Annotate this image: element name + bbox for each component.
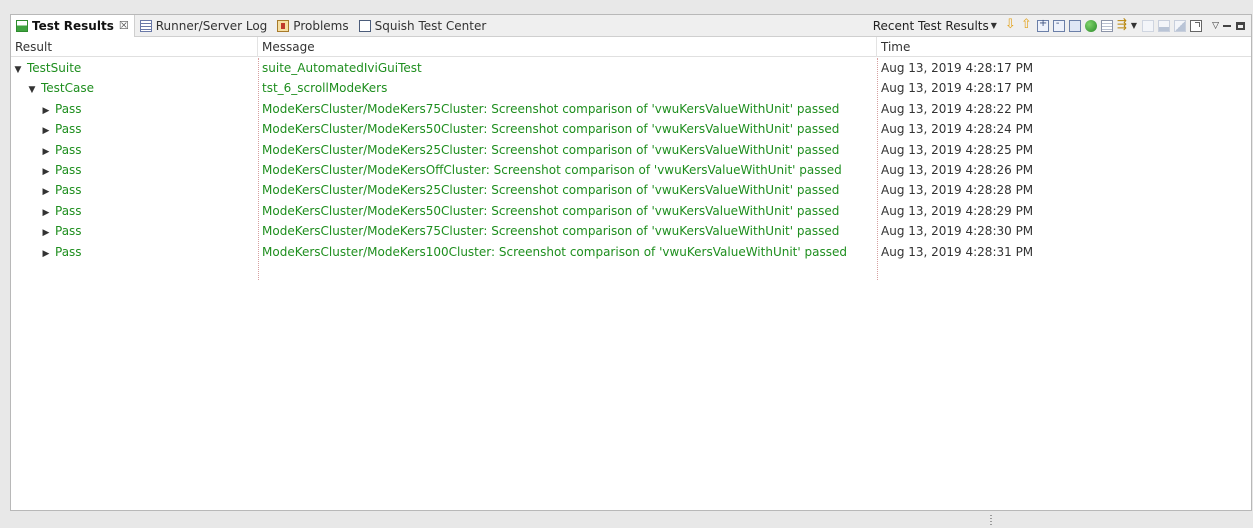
tab-runner-server-log[interactable]: Runner/Server Log — [135, 15, 273, 37]
collapse-all-icon[interactable] — [1052, 18, 1065, 32]
result-label: Pass — [55, 101, 82, 116]
web-report-icon[interactable] — [1084, 19, 1097, 32]
expand-toggle-icon[interactable]: ▶ — [41, 223, 51, 241]
table-row[interactable]: ▼ TestSuite suite_AutomatedIviGuiTest Aug… — [11, 58, 1251, 78]
message-cell: ModeKersCluster/ModeKers75Cluster: Scree… — [262, 101, 840, 116]
image-compare-icon — [1158, 19, 1171, 32]
expand-toggle-icon[interactable]: ▶ — [41, 182, 51, 200]
column-header-time[interactable]: Time — [877, 37, 1247, 57]
result-label: Pass — [55, 142, 82, 157]
message-cell: ModeKersCluster/ModeKers50Cluster: Scree… — [262, 203, 840, 218]
close-tab-icon[interactable]: ☒ — [119, 19, 129, 32]
result-label: Pass — [55, 244, 82, 259]
chevron-down-icon[interactable]: ▼ — [1131, 21, 1137, 30]
results-tree: ▼ TestSuite suite_AutomatedIviGuiTest Aug… — [11, 58, 1251, 262]
column-header-result[interactable]: Result — [11, 37, 258, 57]
tab-label: Runner/Server Log — [155, 18, 268, 33]
expand-toggle-icon[interactable]: ▶ — [41, 203, 51, 221]
expand-toggle-icon[interactable]: ▶ — [41, 101, 51, 119]
message-cell: ModeKersCluster/ModeKers50Cluster: Scree… — [262, 122, 840, 137]
next-failure-icon[interactable] — [1005, 17, 1017, 32]
expand-toggle-icon[interactable]: ▶ — [41, 142, 51, 160]
view-menu-icon[interactable]: ▽ — [1212, 21, 1219, 31]
filter-icon[interactable] — [1117, 17, 1129, 32]
time-cell: Aug 13, 2019 4:28:26 PM — [881, 162, 1034, 177]
status-bar — [0, 511, 1253, 528]
time-cell: Aug 13, 2019 4:28:30 PM — [881, 224, 1034, 239]
recent-test-results-dropdown[interactable]: Recent Test Results — [873, 19, 989, 33]
test-results-icon — [16, 19, 28, 32]
result-label: Pass — [55, 162, 82, 177]
minimize-icon[interactable] — [1223, 24, 1231, 27]
table-row[interactable]: ▶ Pass ModeKersCluster/ModeKers75Cluster:… — [11, 99, 1251, 119]
message-cell: ModeKersCluster/ModeKers75Cluster: Scree… — [262, 224, 840, 239]
table-row[interactable]: ▶ Pass ModeKersCluster/ModeKers50Cluster:… — [11, 119, 1251, 139]
log-icon — [139, 19, 152, 32]
image-update-icon — [1174, 19, 1187, 32]
tab-problems[interactable]: Problems — [272, 15, 353, 37]
tab-label: Test Results — [32, 18, 114, 33]
drag-handle-icon[interactable] — [990, 515, 992, 525]
table-header: Result Message Time — [11, 37, 1251, 57]
table-row[interactable]: ▶ Pass ModeKersCluster/ModeKers25Cluster:… — [11, 140, 1251, 160]
view-tab-bar: Test Results ☒ Runner/Server Log Problem… — [11, 14, 1251, 37]
result-label: TestCase — [41, 81, 94, 96]
tab-test-results[interactable]: Test Results ☒ — [11, 14, 135, 37]
table-row[interactable]: ▼ TestCase tst_6_scrollModeKers Aug 13, 2… — [11, 78, 1251, 98]
message-cell: suite_AutomatedIviGuiTest — [262, 61, 422, 75]
time-cell: Aug 13, 2019 4:28:22 PM — [881, 101, 1034, 116]
table-row[interactable]: ▶ Pass ModeKersCluster/ModeKers50Cluster:… — [11, 201, 1251, 221]
test-results-view: Test Results ☒ Runner/Server Log Problem… — [10, 14, 1252, 511]
time-cell: Aug 13, 2019 4:28:17 PM — [881, 61, 1034, 75]
table-row[interactable]: ▶ Pass ModeKersCluster/ModeKers75Cluster:… — [11, 221, 1251, 241]
message-cell: ModeKersCluster/ModeKersOffCluster: Scre… — [262, 162, 842, 177]
message-cell: ModeKersCluster/ModeKers25Cluster: Scree… — [262, 142, 840, 157]
column-header-message[interactable]: Message — [258, 37, 877, 57]
view-toolbar: Recent Test Results ▼ ▼ ▽ — [873, 15, 1251, 37]
message-cell: ModeKersCluster/ModeKers25Cluster: Scree… — [262, 183, 840, 198]
table-row[interactable]: ▶ Pass ModeKersCluster/ModeKersOffCluster… — [11, 160, 1251, 180]
message-cell: tst_6_scrollModeKers — [262, 81, 388, 96]
show-failures-only-icon[interactable] — [1068, 19, 1081, 32]
result-label: Pass — [55, 183, 82, 198]
tab-label: Problems — [293, 18, 349, 33]
maximize-icon[interactable] — [1236, 21, 1245, 30]
result-label: TestSuite — [27, 61, 82, 75]
open-external-icon[interactable] — [1190, 19, 1203, 32]
tab-label: Squish Test Center — [374, 18, 487, 33]
table-row[interactable]: ▶ Pass ModeKersCluster/ModeKers25Cluster:… — [11, 180, 1251, 200]
expand-all-icon[interactable] — [1036, 18, 1049, 32]
chevron-down-icon[interactable]: ▼ — [991, 21, 997, 30]
edit-icon — [1142, 19, 1155, 32]
table-row[interactable]: ▶ Pass ModeKersCluster/ModeKers100Cluster… — [11, 242, 1251, 262]
export-results-icon[interactable] — [1100, 19, 1113, 32]
time-cell: Aug 13, 2019 4:28:31 PM — [881, 244, 1034, 259]
time-cell: Aug 13, 2019 4:28:24 PM — [881, 122, 1034, 137]
expand-toggle-icon[interactable]: ▶ — [41, 121, 51, 139]
expand-toggle-icon[interactable]: ▼ — [13, 60, 23, 78]
expand-toggle-icon[interactable]: ▶ — [41, 162, 51, 180]
problems-icon — [277, 19, 290, 32]
time-cell: Aug 13, 2019 4:28:25 PM — [881, 142, 1034, 157]
result-label: Pass — [55, 203, 82, 218]
expand-toggle-icon[interactable]: ▼ — [27, 80, 37, 98]
squish-test-center-icon — [358, 19, 371, 32]
time-cell: Aug 13, 2019 4:28:29 PM — [881, 203, 1034, 218]
previous-failure-icon[interactable] — [1021, 17, 1033, 32]
expand-toggle-icon[interactable]: ▶ — [41, 244, 51, 262]
result-label: Pass — [55, 122, 82, 137]
message-cell: ModeKersCluster/ModeKers100Cluster: Scre… — [262, 244, 847, 259]
result-label: Pass — [55, 224, 82, 239]
tab-squish-test-center[interactable]: Squish Test Center — [354, 15, 492, 37]
time-cell: Aug 13, 2019 4:28:28 PM — [881, 183, 1034, 198]
time-cell: Aug 13, 2019 4:28:17 PM — [881, 81, 1034, 96]
